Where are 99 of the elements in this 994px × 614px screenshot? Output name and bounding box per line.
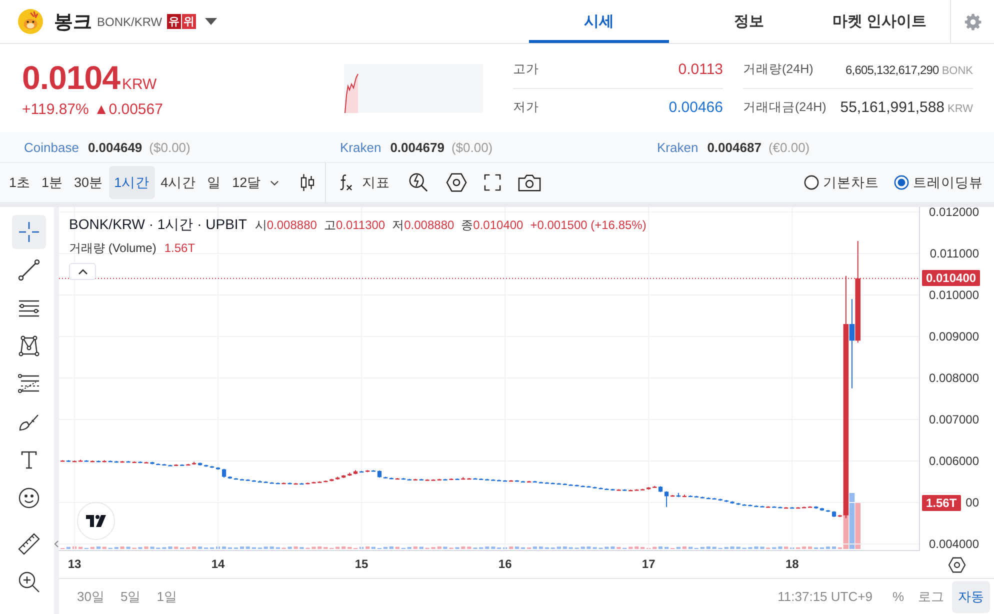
ohlc-label: 종 bbox=[461, 218, 474, 232]
interval-button[interactable]: 12달 bbox=[227, 166, 266, 199]
interval-button[interactable]: 1시간 bbox=[109, 166, 155, 199]
indicator-button[interactable]: 지표 bbox=[338, 166, 390, 199]
time-axis-label: 14 bbox=[211, 557, 225, 571]
exchange-price: 0.004649 bbox=[88, 140, 142, 154]
fullscreen-icon[interactable] bbox=[484, 174, 502, 191]
exchange-converted-price: ($0.00) bbox=[149, 140, 190, 154]
price-axis-label: 0.007000 bbox=[928, 412, 979, 426]
exchange-name: Coinbase bbox=[24, 140, 79, 154]
chart-type-option[interactable]: 트레이딩뷰 bbox=[894, 174, 983, 192]
caret-icon bbox=[78, 268, 88, 274]
price-change: +0.001500 (+16.85%) bbox=[530, 218, 646, 232]
collapse-button[interactable] bbox=[69, 263, 96, 280]
stat-unit: KRW bbox=[948, 102, 973, 114]
stat-label: 거래량(24H) bbox=[743, 61, 814, 78]
dropdown-caret-icon[interactable] bbox=[205, 18, 218, 25]
zoom-in-icon bbox=[18, 571, 40, 593]
last-price-badge: 0.010400 bbox=[922, 270, 980, 286]
ohlc-value: 0.008880 bbox=[404, 218, 454, 232]
scale-button[interactable]: 자동 bbox=[952, 580, 990, 612]
tab[interactable]: 마켓 인사이트 bbox=[829, 0, 950, 43]
trend-line-icon bbox=[18, 259, 40, 281]
function-icon bbox=[338, 173, 354, 192]
current-price: 0.0104 bbox=[22, 59, 120, 97]
stat-value: 6,605,132,617,290 bbox=[846, 62, 939, 76]
exchange-name: Kraken bbox=[340, 140, 382, 154]
exchange-converted-price: (€0.00) bbox=[768, 140, 810, 154]
ohlc-value: 0.008880 bbox=[266, 218, 317, 232]
chevron-down-icon[interactable] bbox=[270, 180, 280, 186]
ohlc-value: 0.010400 bbox=[473, 218, 524, 232]
smiley-icon bbox=[18, 487, 40, 509]
interval-button[interactable]: 4시간 bbox=[156, 166, 202, 199]
time-axis-label: 18 bbox=[785, 557, 799, 571]
ohlc-label: 고 bbox=[324, 218, 336, 232]
stat-label: 저가 bbox=[513, 98, 539, 116]
scale-button[interactable]: 로그 bbox=[912, 580, 950, 612]
interval-button[interactable]: 1분 bbox=[36, 166, 68, 199]
scale-button[interactable]: % bbox=[886, 580, 910, 612]
tab[interactable]: 정보 bbox=[669, 0, 829, 43]
stat-value: 0.00466 bbox=[668, 98, 723, 116]
chart-logo-icon[interactable] bbox=[77, 502, 115, 540]
price-axis-label: 0.008000 bbox=[928, 370, 979, 385]
chart-type-option[interactable]: 기본차트 bbox=[804, 174, 879, 192]
coin-logo-icon bbox=[18, 9, 43, 34]
volume-value: 1.56T bbox=[164, 241, 196, 255]
time-axis-label: 16 bbox=[498, 557, 512, 571]
market-pair: BONK/KRW bbox=[97, 14, 162, 28]
warning-badge: 위 bbox=[182, 14, 196, 29]
change-amount: ▲0.00567 bbox=[94, 101, 163, 118]
price-axis-label: 00 bbox=[966, 495, 979, 510]
exchange-price: 0.004679 bbox=[390, 140, 444, 154]
stat-value: 55,161,991,588 bbox=[840, 98, 945, 116]
settings-icon[interactable] bbox=[948, 556, 966, 572]
candlestick bbox=[849, 298, 855, 389]
price-axis-label: 0.011000 bbox=[930, 246, 979, 260]
time-axis-label: 17 bbox=[642, 557, 656, 571]
crosshair-icon bbox=[18, 221, 40, 243]
warning-badge: 유 bbox=[167, 14, 182, 29]
exchange-converted-price: ($0.00) bbox=[451, 140, 493, 154]
change-rate: +119.87% bbox=[22, 101, 89, 118]
levels-icon bbox=[18, 373, 40, 395]
interval-button[interactable]: 1초 bbox=[4, 166, 36, 199]
price-axis-label: 0.012000 bbox=[928, 204, 979, 219]
price-unit: KRW bbox=[122, 76, 157, 93]
exchange-price: 0.004687 bbox=[707, 140, 762, 154]
price-axis-label: 0.010000 bbox=[928, 288, 979, 302]
candlestick bbox=[664, 490, 669, 508]
stat-unit: BONK bbox=[942, 64, 973, 76]
stat-value: 0.0113 bbox=[678, 61, 723, 78]
interval-button[interactable]: 30분 bbox=[69, 166, 108, 199]
chart-title: BONK/KRW · 1시간 · UPBIT bbox=[69, 216, 247, 234]
pattern-icon bbox=[18, 335, 40, 357]
ruler-icon bbox=[18, 533, 40, 555]
range-button[interactable]: 5일 bbox=[114, 582, 147, 612]
range-button[interactable]: 1일 bbox=[150, 582, 183, 612]
volume-badge: 1.56T bbox=[922, 495, 961, 511]
candlestick-icon[interactable] bbox=[300, 173, 316, 192]
time-axis-label: 15 bbox=[354, 557, 368, 571]
collapse-handle-icon[interactable] bbox=[54, 540, 59, 548]
camera-icon[interactable] bbox=[518, 174, 542, 192]
ohlc-label: 저 bbox=[392, 218, 404, 232]
ohlc-label: 시 bbox=[254, 218, 267, 232]
coin-name: 봉크 bbox=[54, 10, 92, 34]
hexagon-icon[interactable] bbox=[446, 172, 468, 193]
exchange-name: Kraken bbox=[657, 140, 698, 154]
volume-label: 거래량 (Volume) bbox=[69, 240, 156, 257]
ohlc-value: 0.011300 bbox=[336, 218, 386, 232]
stat-label: 고가 bbox=[513, 61, 539, 78]
magnifier-bolt-icon[interactable] bbox=[408, 172, 430, 193]
tab[interactable]: 시세 bbox=[529, 0, 669, 43]
range-button[interactable]: 30일 bbox=[71, 582, 110, 612]
price-axis-label: 0.009000 bbox=[928, 329, 979, 344]
interval-button[interactable]: 일 bbox=[202, 166, 226, 199]
time-axis-label: 13 bbox=[68, 557, 82, 571]
clock-time: 11:37:15 UTC+9 bbox=[778, 589, 872, 604]
price-axis-label: 0.004000 bbox=[928, 536, 979, 551]
price-axis-label: 0.006000 bbox=[928, 454, 979, 468]
stat-label: 거래대금(24H) bbox=[743, 98, 826, 116]
